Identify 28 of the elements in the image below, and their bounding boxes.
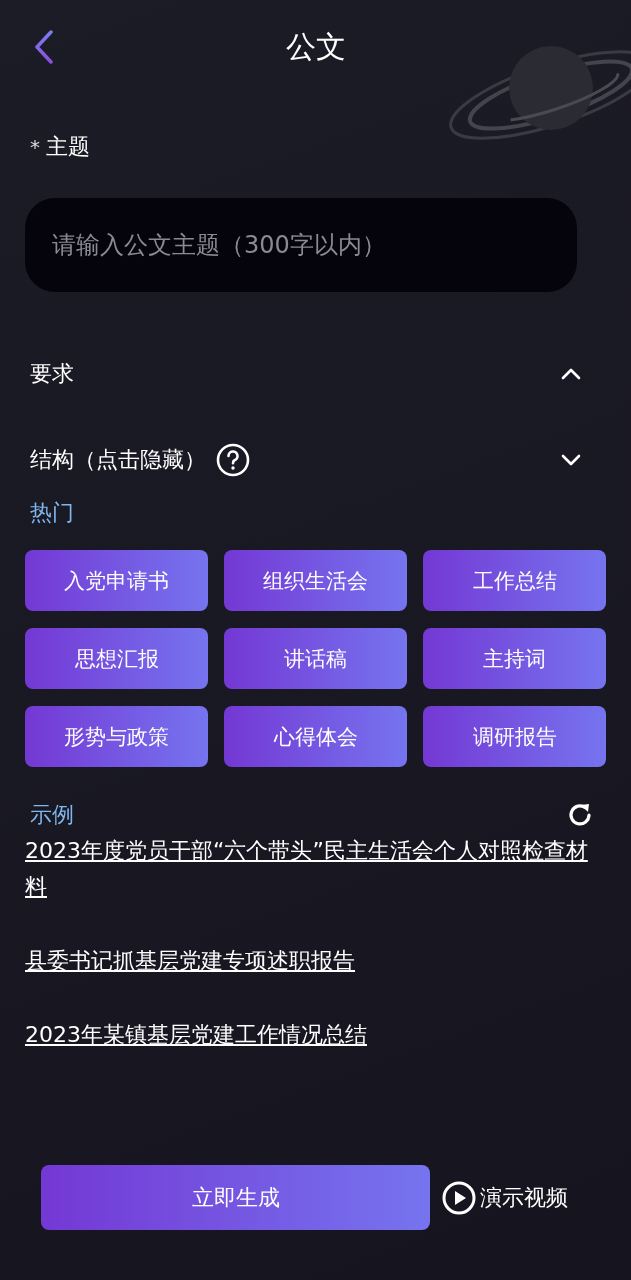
page-title: 公文 [285,27,346,66]
section-label[interactable]: 结构（点击隐藏） [30,445,206,475]
refresh-icon[interactable] [566,801,594,829]
topic-input-field[interactable]: 请输入公文主题（300字以内） [25,198,577,292]
example-link[interactable]: 2023年某镇基层党建工作情况总结 [25,1017,595,1053]
template-chip[interactable]: 调研报告 [423,706,606,767]
demo-video-button[interactable]: 演示视频 [442,1180,568,1215]
template-chip[interactable]: 讲话稿 [224,628,407,689]
play-icon [442,1180,476,1215]
hot-label: 热门 [30,500,74,525]
template-chip[interactable]: 入党申请书 [25,550,208,611]
example-link[interactable]: 县委书记抓基层党建专项述职报告 [25,943,595,979]
help-icon[interactable] [216,443,250,477]
template-chip[interactable]: 形势与政策 [25,706,208,767]
template-chip[interactable]: 工作总结 [423,550,606,611]
back-icon[interactable] [34,30,54,64]
template-chip[interactable]: 思想汇报 [25,628,208,689]
example-link[interactable]: 2023年度党员干部“六个带头”民主生活会个人对照检查材料 [25,833,595,905]
section-label[interactable]: 要求 [30,359,74,389]
template-chip[interactable]: 组织生活会 [224,550,407,611]
required-mark: * [30,135,40,159]
chevron-down-icon[interactable] [561,454,581,466]
template-chip[interactable]: 主持词 [423,628,606,689]
template-chip[interactable]: 心得体会 [224,706,407,767]
topic-label: 主题 [46,133,90,161]
examples-label: 示例 [30,801,74,829]
generate-button[interactable]: 立即生成 [41,1165,430,1230]
chevron-up-icon[interactable] [561,368,581,380]
